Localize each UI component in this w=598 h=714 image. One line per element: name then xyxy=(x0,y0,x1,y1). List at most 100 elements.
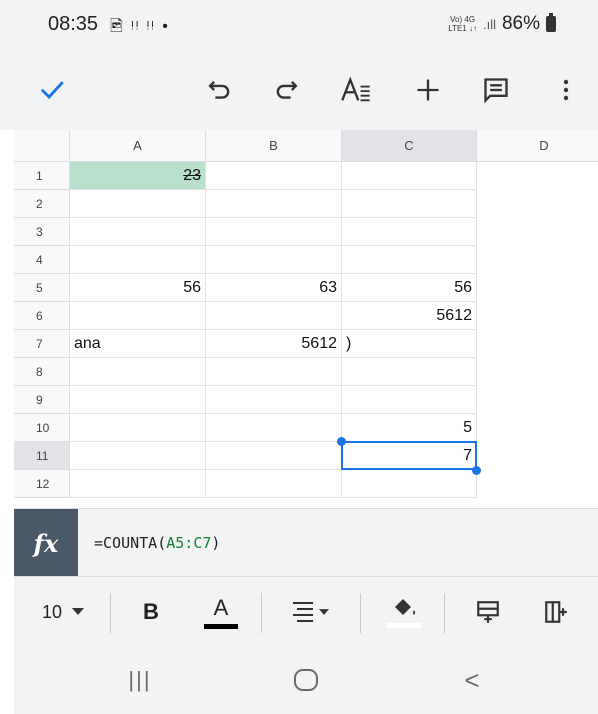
cell-b12[interactable] xyxy=(206,470,342,498)
cell-a11[interactable] xyxy=(70,442,206,470)
cell-a2[interactable] xyxy=(70,190,206,218)
cell-c5[interactable]: 56 xyxy=(342,274,477,302)
back-button[interactable]: < xyxy=(442,660,502,700)
network-bottom-label: LTE1 ↓↑ xyxy=(448,24,477,33)
insert-row-button[interactable] xyxy=(460,577,516,647)
selection-handle-bottom-right[interactable] xyxy=(472,466,481,475)
cell-b1[interactable] xyxy=(206,162,342,190)
cell-c4[interactable] xyxy=(342,246,477,274)
recents-button[interactable]: ||| xyxy=(110,660,170,700)
row-header-3[interactable]: 3 xyxy=(14,218,70,246)
formula-input[interactable]: =COUNTA(A5:C7) xyxy=(94,534,220,552)
cell-b8[interactable] xyxy=(206,358,342,386)
cell-b5[interactable]: 63 xyxy=(206,274,342,302)
cell-c10[interactable]: 5 xyxy=(342,414,477,442)
row-header-5[interactable]: 5 xyxy=(14,274,70,302)
cell-b2[interactable] xyxy=(206,190,342,218)
row-header-6[interactable]: 6 xyxy=(14,302,70,330)
fill-color-button[interactable] xyxy=(376,577,432,647)
check-button[interactable] xyxy=(30,68,74,112)
navigation-bar: ||| < xyxy=(14,646,598,714)
notification-icons: 🖻 ᵎᵎ ᵎᵎ • xyxy=(110,18,170,35)
formula-bar[interactable]: fx =COUNTA(A5:C7) xyxy=(14,508,598,577)
cell-a1[interactable]: 23 xyxy=(70,162,206,190)
more-vert-icon xyxy=(563,79,569,101)
fill-color-swatch xyxy=(387,623,421,628)
cell-a8[interactable] xyxy=(70,358,206,386)
insert-column-button[interactable] xyxy=(528,577,584,647)
cell-a3[interactable] xyxy=(70,218,206,246)
home-button[interactable] xyxy=(276,660,336,700)
align-icon xyxy=(293,602,313,622)
cell-b11[interactable] xyxy=(206,442,342,470)
cell-a7[interactable]: ana xyxy=(70,330,206,358)
add-icon xyxy=(417,79,439,101)
column-header-d[interactable]: D xyxy=(477,130,598,162)
cell-b9[interactable] xyxy=(206,386,342,414)
more-options-button[interactable] xyxy=(544,68,588,112)
cell-b4[interactable] xyxy=(206,246,342,274)
text-color-swatch xyxy=(204,623,238,629)
cell-a12[interactable] xyxy=(70,470,206,498)
cell-b3[interactable] xyxy=(206,218,342,246)
row-header-11[interactable]: 11 xyxy=(14,442,70,470)
row-header-10[interactable]: 10 xyxy=(14,414,70,442)
status-bar: 08:35 🖻 ᵎᵎ ᵎᵎ • Vo) 4G LTE1 ↓↑ .ıll 86% xyxy=(0,0,598,50)
row-header-8[interactable]: 8 xyxy=(14,358,70,386)
cell-c8[interactable] xyxy=(342,358,477,386)
undo-icon xyxy=(208,81,230,99)
cell-c1[interactable] xyxy=(342,162,477,190)
cell-b10[interactable] xyxy=(206,414,342,442)
text-format-icon xyxy=(341,76,370,102)
cell-a1-value: 23 xyxy=(183,166,201,184)
cell-c11[interactable]: 7 xyxy=(342,442,477,470)
font-size-value: 10 xyxy=(41,601,63,622)
separator xyxy=(444,593,445,633)
bold-icon: B xyxy=(143,599,159,624)
fill-color-icon xyxy=(395,599,415,615)
cell-a6[interactable] xyxy=(70,302,206,330)
font-size-select[interactable]: 10 xyxy=(28,577,98,647)
cell-a5[interactable]: 56 xyxy=(70,274,206,302)
cell-c9[interactable] xyxy=(342,386,477,414)
row-header-7[interactable]: 7 xyxy=(14,330,70,358)
cell-a10[interactable] xyxy=(70,414,206,442)
row-header-12[interactable]: 12 xyxy=(14,470,70,498)
selection-handle-top-left[interactable] xyxy=(337,437,346,446)
column-header-a[interactable]: A xyxy=(70,130,206,162)
row-header-9[interactable]: 9 xyxy=(14,386,70,414)
separator xyxy=(110,593,111,633)
fx-icon[interactable]: fx xyxy=(14,509,78,577)
cell-a4[interactable] xyxy=(70,246,206,274)
undo-button[interactable] xyxy=(198,68,242,112)
row-header-2[interactable]: 2 xyxy=(14,190,70,218)
cell-c7[interactable]: ) xyxy=(342,330,477,358)
text-format-button[interactable] xyxy=(334,68,378,112)
cell-c3[interactable] xyxy=(342,218,477,246)
column-header-c[interactable]: C xyxy=(342,130,477,162)
spreadsheet-grid[interactable]: A B C D 1 2 3 4 5 6 7 8 9 10 11 12 23 56… xyxy=(14,130,598,508)
cell-c2[interactable] xyxy=(342,190,477,218)
add-button[interactable] xyxy=(406,68,450,112)
cell-b6[interactable] xyxy=(206,302,342,330)
text-color-button[interactable]: A xyxy=(196,577,246,647)
text-color-icon: A xyxy=(213,594,229,620)
bold-button[interactable]: B xyxy=(126,577,176,647)
redo-button[interactable] xyxy=(264,68,308,112)
row-header-1[interactable]: 1 xyxy=(14,162,70,190)
column-header-b[interactable]: B xyxy=(206,130,342,162)
cell-c12[interactable] xyxy=(342,470,477,498)
column-d-cells[interactable] xyxy=(477,162,598,498)
row-header-4[interactable]: 4 xyxy=(14,246,70,274)
insert-row-icon xyxy=(477,601,499,623)
cell-c6[interactable]: 5612 xyxy=(342,302,477,330)
battery-icon xyxy=(546,13,556,32)
formula-range: A5:C7 xyxy=(166,534,212,552)
select-all-corner[interactable] xyxy=(14,130,70,162)
comment-button[interactable] xyxy=(474,68,518,112)
insert-column-icon xyxy=(545,601,567,623)
cell-b7[interactable]: 5612 xyxy=(206,330,342,358)
recents-icon: ||| xyxy=(128,667,152,692)
align-button[interactable] xyxy=(280,577,340,647)
cell-a9[interactable] xyxy=(70,386,206,414)
